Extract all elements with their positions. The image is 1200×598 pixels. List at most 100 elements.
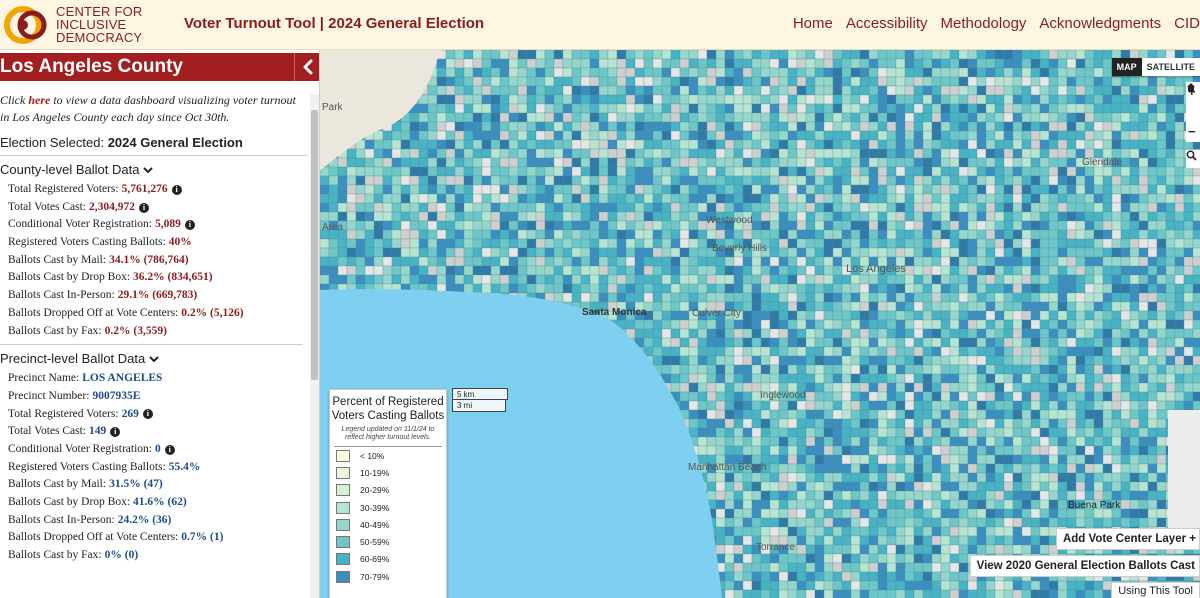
legend-swatch	[336, 553, 350, 566]
collapse-sidebar-button[interactable]	[294, 53, 319, 81]
data-row-value: 0.2% (3,559)	[104, 324, 167, 337]
data-row-label: Precinct Name:	[8, 372, 80, 385]
data-row-label: Ballots Dropped Off at Vote Centers:	[8, 306, 179, 319]
legend-item: 20-29%	[330, 482, 446, 499]
plus-icon: +	[1189, 533, 1196, 545]
data-row-label: Total Registered Voters:	[8, 407, 119, 420]
legend-label: 10-19%	[360, 467, 390, 478]
precinct-section-toggle[interactable]: Precinct-level Ballot Data	[0, 351, 308, 366]
place-label: Los Angeles	[846, 263, 906, 275]
map-view[interactable]: Park Santa Monica Beverly Hills Los Ange…	[320, 50, 1200, 598]
legend-item: 50-59%	[330, 533, 446, 550]
place-label: Torrance	[756, 542, 795, 553]
data-row: Registered Voters Casting Ballots: 55.4%	[8, 459, 308, 477]
nav-cid[interactable]: CID	[1174, 15, 1200, 32]
chevron-left-icon	[303, 59, 312, 75]
info-icon[interactable]: i	[139, 202, 149, 213]
data-row-label: Registered Voters Casting Ballots:	[8, 460, 166, 473]
data-row: Ballots Cast In-Person: 24.2% (36)	[8, 512, 308, 530]
map-search-button[interactable]	[1186, 150, 1200, 168]
sidebar-content: Click here to view a data dashboard visu…	[0, 92, 308, 565]
nav-accessibility[interactable]: Accessibility	[846, 15, 928, 32]
data-row-value: 0.2% (5,126)	[181, 306, 244, 319]
map-type-satellite[interactable]: SATELLITE	[1141, 58, 1200, 76]
data-row: Total Votes Cast: 149 i	[8, 423, 308, 441]
info-icon[interactable]: i	[171, 184, 182, 195]
data-row-label: Conditional Voter Registration:	[8, 218, 152, 231]
place-label: Area	[322, 222, 344, 233]
data-row-label: Ballots Cast In-Person:	[8, 513, 115, 526]
outside-county-area	[1168, 410, 1200, 530]
map-type-map[interactable]: MAP	[1111, 58, 1142, 76]
info-icon[interactable]: i	[164, 444, 175, 455]
data-row: Conditional Voter Registration: 0 i	[8, 441, 308, 459]
data-row: Registered Voters Casting Ballots: 40%	[8, 234, 308, 252]
place-label: Park	[322, 102, 343, 113]
legend-label: 40-49%	[360, 519, 390, 530]
precinct-section-title: Precinct-level Ballot Data	[0, 351, 146, 367]
data-row-value: 269	[121, 407, 139, 420]
legend-item: 60-69%	[330, 551, 446, 568]
legend-swatch	[336, 449, 350, 462]
precinct-choropleth[interactable]	[320, 50, 1200, 598]
election-selected: Election Selected: 2024 General Election	[0, 135, 308, 156]
using-this-tool-button[interactable]: Using This Tool	[1111, 582, 1200, 598]
add-layer-label: Add Vote Center Layer	[1062, 533, 1187, 545]
info-icon[interactable]: i	[110, 427, 121, 438]
data-row-value: 149	[89, 425, 107, 438]
nav-methodology[interactable]: Methodology	[941, 15, 1027, 32]
data-row-value: 41.6% (62)	[133, 496, 187, 508]
county-data-rows: Total Registered Voters: 5,761,276 i Total …	[0, 181, 308, 340]
info-icon[interactable]: i	[184, 220, 195, 231]
data-row-value: 9007935E	[92, 389, 141, 402]
election-value: 2024 General Election	[107, 135, 243, 150]
intro-text: Click here to view a data dashboard visu…	[0, 92, 308, 126]
legend-label: 60-69%	[360, 554, 390, 565]
data-row: Total Registered Voters: 5,761,276 i	[8, 181, 308, 199]
header: CENTER FOR INCLUSIVE DEMOCRACY Voter Tur…	[0, 0, 1200, 50]
cid-logo-icon[interactable]	[4, 4, 50, 46]
data-row-value: 31.5% (47)	[109, 478, 163, 491]
place-label: Buena Park	[1068, 500, 1121, 511]
legend-item: 40-49%	[330, 516, 446, 533]
data-row: Precinct Name: LOS ANGELES	[8, 370, 308, 388]
dashboard-link[interactable]: here	[28, 93, 50, 107]
home-icon	[1187, 83, 1195, 91]
data-row-value: 2,304,972	[89, 200, 135, 213]
turnout-legend: Percent of Registered Voters Casting Bal…	[329, 389, 447, 598]
map-type-toggle: MAP SATELLITE	[1111, 58, 1200, 76]
data-row-value: 24.2% (36)	[117, 513, 172, 526]
data-row: Conditional Voter Registration: 5,089 i	[8, 216, 308, 234]
data-row: Ballots Cast by Drop Box: 41.6% (62)	[8, 494, 308, 512]
data-row-label: Registered Voters Casting Ballots:	[8, 236, 166, 249]
view-2020-ballots-button[interactable]: View 2020 General Election Ballots Cast	[969, 555, 1200, 577]
scrollbar-thumb[interactable]	[311, 110, 318, 380]
legend-note: Legend updated on 11/1/24 to reflect hig…	[334, 426, 442, 447]
legend-label: 50-59%	[360, 537, 390, 548]
add-vote-center-layer-button[interactable]: Add Vote Center Layer +	[1055, 528, 1200, 550]
legend-swatch	[336, 501, 350, 514]
place-label: Inglewood	[760, 390, 806, 401]
data-row: Precinct Number: 9007935E	[8, 388, 308, 406]
zoom-out-button[interactable]: −	[1186, 122, 1200, 142]
county-section-toggle[interactable]: County-level Ballot Data	[0, 162, 308, 177]
nav-acknowledgments[interactable]: Acknowledgments	[1039, 15, 1161, 32]
org-name[interactable]: CENTER FOR INCLUSIVE DEMOCRACY	[56, 5, 143, 44]
data-row-label: Total Votes Cast:	[8, 200, 86, 213]
legend-item: 10-19%	[330, 464, 446, 481]
data-row: Ballots Cast by Mail: 34.1% (786,764)	[8, 252, 308, 270]
app-title: Voter Turnout Tool | 2024 General Electi…	[184, 15, 485, 32]
nav-home[interactable]: Home	[793, 15, 833, 32]
legend-item: 30-39%	[330, 499, 446, 516]
scale-mi: 3 mi	[452, 400, 506, 412]
legend-item: 70-79%	[330, 568, 446, 585]
scale-km: 5 km	[452, 388, 508, 400]
place-label: Glendale	[1082, 157, 1123, 168]
info-icon[interactable]: i	[142, 409, 153, 420]
data-row-value: 29.1% (669,783)	[117, 289, 198, 302]
home-button[interactable]	[1186, 83, 1200, 122]
data-row: Ballots Cast In-Person: 29.1% (669,783)	[8, 287, 308, 305]
legend-swatch	[336, 466, 350, 479]
sidebar-scrollbar[interactable]	[310, 94, 319, 598]
data-row-value: 0	[154, 442, 161, 455]
